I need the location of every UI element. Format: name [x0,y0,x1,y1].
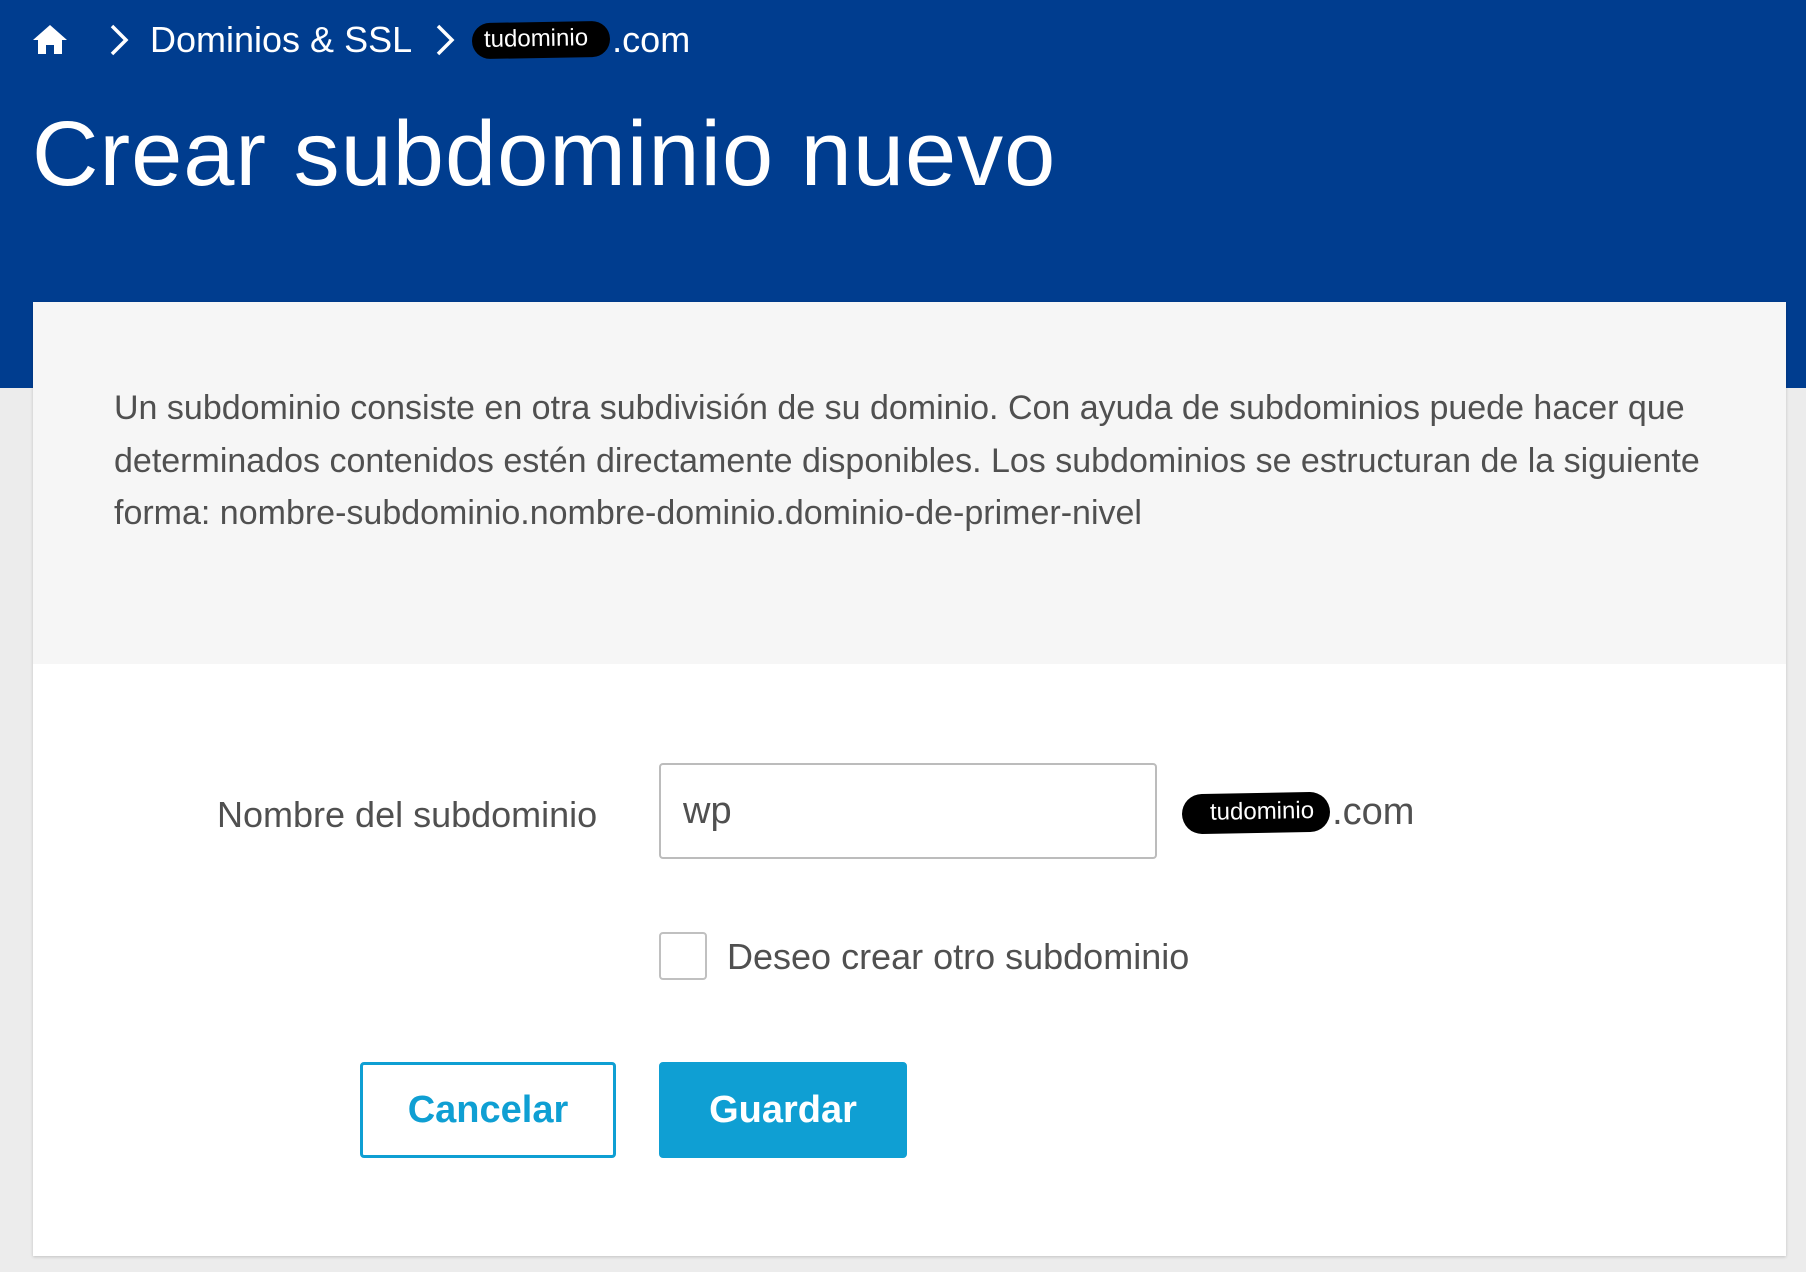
home-icon[interactable] [30,20,70,60]
page-title: Crear subdominio nuevo [32,103,1057,205]
breadcrumb-domain-suffix: .com [612,19,691,60]
chevron-right-icon [106,22,132,58]
redacted-domain: tudominio [471,20,611,60]
subdomain-input[interactable] [659,763,1157,859]
subdomain-label: Nombre del subdominio [217,794,598,835]
create-another-checkbox[interactable] [659,932,707,980]
info-text: Un subdominio consiste en otra subdivisi… [114,389,1700,532]
save-button[interactable]: Guardar [659,1062,907,1158]
cancel-button[interactable]: Cancelar [360,1062,616,1158]
domain-suffix: tudominio .com [1181,791,1415,834]
breadcrumb: Dominios & SSL tudominio .com [30,14,690,66]
chevron-right-icon [432,22,458,58]
breadcrumb-item-dominios-ssl[interactable]: Dominios & SSL [150,19,412,61]
form-card: Un subdominio consiste en otra subdivisi… [33,302,1786,1256]
create-another-label[interactable]: Deseo crear otro subdominio [727,936,1189,978]
info-box: Un subdominio consiste en otra subdivisi… [33,302,1786,664]
redacted-domain: tudominio [1181,791,1331,834]
domain-tld: .com [1332,791,1415,833]
